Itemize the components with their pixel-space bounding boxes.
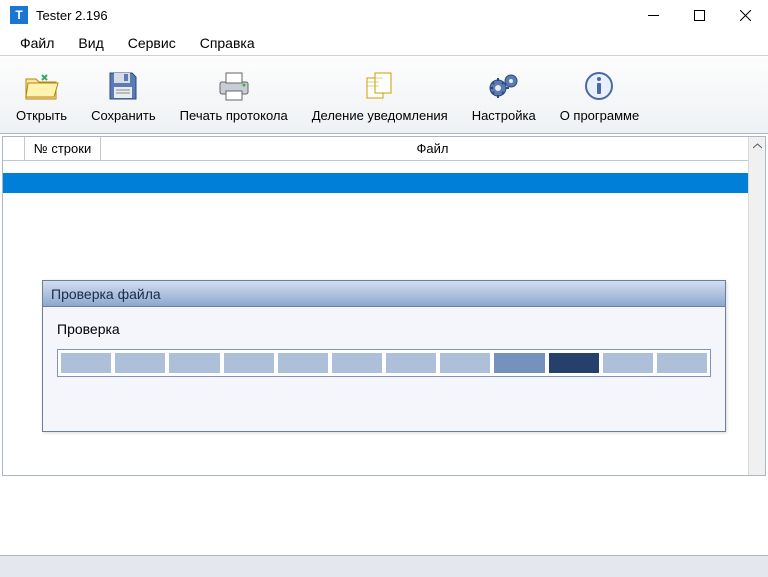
table-header: № строки Файл — [3, 137, 765, 161]
gears-icon — [486, 68, 522, 104]
menu-file[interactable]: Файл — [8, 32, 66, 54]
progress-segment — [549, 353, 599, 373]
progress-segment — [115, 353, 165, 373]
window-controls — [630, 0, 768, 30]
folder-open-icon — [24, 68, 60, 104]
dialog-body: Проверка — [43, 307, 725, 387]
menu-view[interactable]: Вид — [66, 32, 115, 54]
chevron-up-icon — [753, 143, 762, 149]
progress-segment — [386, 353, 436, 373]
status-bar — [0, 555, 768, 577]
progress-segment — [603, 353, 653, 373]
progress-segment — [657, 353, 707, 373]
toolbar: Открыть Сохранить Печать протокола Делен… — [0, 56, 768, 134]
maximize-icon — [694, 10, 705, 21]
about-label: О программе — [560, 108, 640, 123]
table-row[interactable] — [3, 173, 748, 193]
column-row-number[interactable]: № строки — [25, 137, 101, 160]
menu-help[interactable]: Справка — [188, 32, 267, 54]
split-label: Деление уведомления — [312, 108, 448, 123]
title-bar: T Tester 2.196 — [0, 0, 768, 30]
column-checkbox[interactable] — [3, 137, 25, 160]
window-title: Tester 2.196 — [36, 8, 108, 23]
vertical-scrollbar[interactable] — [748, 137, 765, 475]
column-file[interactable]: Файл — [101, 137, 765, 160]
floppy-disk-icon — [105, 68, 141, 104]
print-button[interactable]: Печать протокола — [170, 64, 298, 127]
minimize-button[interactable] — [630, 0, 676, 30]
split-notification-button[interactable]: Деление уведомления — [302, 64, 458, 127]
progress-segment — [494, 353, 544, 373]
progress-segment — [332, 353, 382, 373]
progress-segment — [278, 353, 328, 373]
minimize-icon — [648, 10, 659, 21]
open-label: Открыть — [16, 108, 67, 123]
settings-label: Настройка — [472, 108, 536, 123]
progress-segment — [61, 353, 111, 373]
settings-button[interactable]: Настройка — [462, 64, 546, 127]
progress-bar — [57, 349, 711, 377]
menu-bar: Файл Вид Сервис Справка — [0, 30, 768, 56]
progress-dialog: Проверка файла Проверка — [42, 280, 726, 432]
progress-segment — [224, 353, 274, 373]
open-button[interactable]: Открыть — [6, 64, 77, 127]
menu-service[interactable]: Сервис — [116, 32, 188, 54]
print-label: Печать протокола — [180, 108, 288, 123]
printer-icon — [216, 68, 252, 104]
progress-segment — [440, 353, 490, 373]
info-icon — [581, 68, 617, 104]
documents-icon — [362, 68, 398, 104]
dialog-title: Проверка файла — [43, 281, 725, 307]
progress-label: Проверка — [57, 321, 711, 337]
maximize-button[interactable] — [676, 0, 722, 30]
save-label: Сохранить — [91, 108, 156, 123]
close-button[interactable] — [722, 0, 768, 30]
save-button[interactable]: Сохранить — [81, 64, 166, 127]
progress-segment — [169, 353, 219, 373]
scroll-up-button[interactable] — [749, 137, 765, 154]
app-icon: T — [10, 6, 28, 24]
close-icon — [740, 10, 751, 21]
about-button[interactable]: О программе — [550, 64, 650, 127]
